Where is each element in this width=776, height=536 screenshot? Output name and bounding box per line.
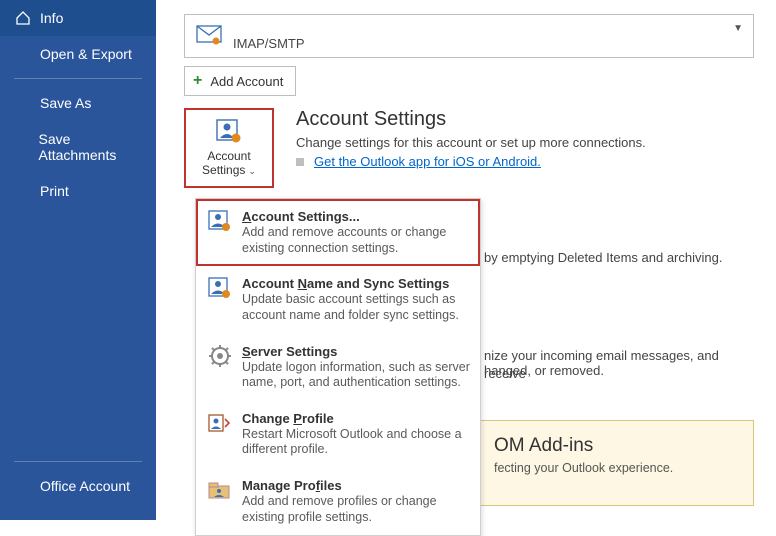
dropdown-title: Manage Profiles [242,478,470,493]
backstage-sidebar: Info Open & Export Save As Save Attachme… [0,0,156,520]
dropdown-desc: Update basic account settings such as ac… [242,292,470,323]
sidebar-item-info[interactable]: Info [0,0,156,36]
account-protocol-label: IMAP/SMTP [233,36,305,57]
bullet-icon [296,158,304,166]
sidebar-item-print[interactable]: Print [0,173,156,209]
dropdown-item-server-settings[interactable]: Server Settings Update logon information… [196,334,480,401]
person-gear-icon [206,209,234,237]
dropdown-title: Server Settings [242,344,470,359]
tile-label: Account Settings⌄ [202,150,256,178]
add-account-button[interactable]: + Add Account [184,66,296,96]
sidebar-item-open-export[interactable]: Open & Export [0,36,156,72]
add-account-label: Add Account [210,74,283,89]
home-icon [14,10,32,26]
dropdown-desc: Update logon information, such as server… [242,360,470,391]
account-picker[interactable]: IMAP/SMTP ▼ [184,14,754,58]
dropdown-title: Account Settings... [242,209,470,224]
dropdown-item-manage-profiles[interactable]: Manage Profiles Add and remove profiles … [196,468,480,535]
dropdown-item-account-settings[interactable]: Account Settings... Add and remove accou… [196,199,480,266]
sidebar-label: Print [40,183,69,199]
account-settings-tile[interactable]: Account Settings⌄ [184,108,274,188]
background-text: by emptying Deleted Items and archiving. [484,249,722,267]
mail-account-icon [195,22,223,50]
person-gear-icon [214,118,244,146]
profiles-folder-icon [206,478,234,506]
sidebar-divider [14,78,142,79]
sidebar-item-save-as[interactable]: Save As [0,85,156,121]
dropdown-desc: Add and remove accounts or change existi… [242,225,470,256]
outlook-app-link[interactable]: Get the Outlook app for iOS or Android. [314,154,541,169]
sidebar-divider [14,461,142,462]
background-text: hanged, or removed. [484,362,604,380]
dropdown-title: Change Profile [242,411,470,426]
sidebar-label: Info [40,10,63,26]
sidebar-label: Open & Export [40,46,132,62]
section-heading: Account Settings [296,108,754,131]
dropdown-item-change-profile[interactable]: Change Profile Restart Microsoft Outlook… [196,401,480,468]
dropdown-item-name-sync[interactable]: Account Name and Sync Settings Update ba… [196,266,480,333]
person-gear-icon [206,276,234,304]
sidebar-label: Save Attachments [39,131,142,163]
dropdown-title: Account Name and Sync Settings [242,276,470,291]
section-subtitle: Change settings for this account or set … [296,135,754,150]
plus-icon: + [193,72,202,90]
chevron-down-icon: ▼ [733,23,743,34]
sidebar-label: Office Account [40,478,130,494]
sidebar-item-office-account[interactable]: Office Account [0,468,156,504]
dropdown-desc: Restart Microsoft Outlook and choose a d… [242,427,470,458]
chevron-down-icon: ⌄ [248,166,256,176]
sidebar-item-save-attachments[interactable]: Save Attachments [0,121,156,173]
dropdown-desc: Add and remove profiles or change existi… [242,494,470,525]
account-settings-dropdown: Account Settings... Add and remove accou… [195,198,481,536]
gear-icon [206,344,234,372]
sidebar-label: Save As [40,95,91,111]
profile-switch-icon [206,411,234,439]
account-settings-info: Account Settings Change settings for thi… [296,108,754,169]
